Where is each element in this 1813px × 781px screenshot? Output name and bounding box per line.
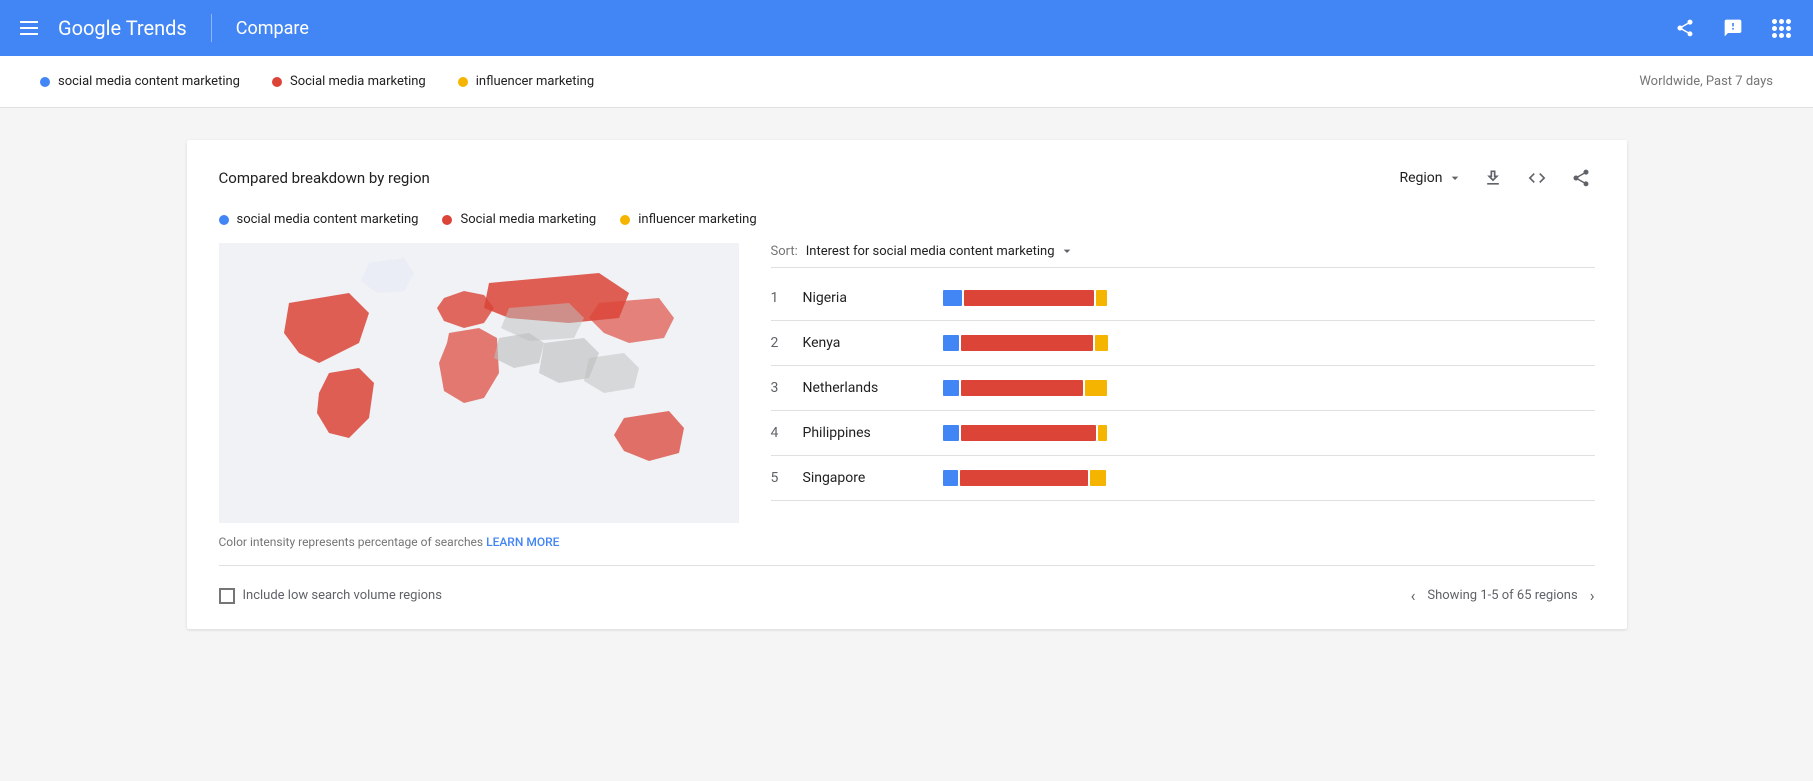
dot-yellow-1: [458, 77, 468, 87]
apps-icon[interactable]: [1765, 12, 1797, 44]
rankings-area: Sort: Interest for social media content …: [771, 243, 1595, 549]
bar-chart: [943, 380, 1595, 396]
next-page-button[interactable]: ›: [1590, 586, 1595, 605]
header-divider: [211, 14, 212, 42]
legend-label-3: influencer marketing: [638, 212, 756, 227]
card-footer: Include low search volume regions ‹ Show…: [219, 565, 1595, 605]
bar-yellow: [1096, 290, 1107, 306]
page-title: Compare: [236, 18, 309, 39]
trend-label-3: influencer marketing: [476, 74, 594, 89]
trend-item-2: Social media marketing: [272, 74, 426, 89]
bar-blue: [943, 470, 958, 486]
trend-label-1: social media content marketing: [58, 74, 240, 89]
bar-chart: [943, 470, 1595, 486]
trend-bar: social media content marketing Social me…: [0, 56, 1813, 108]
sort-dropdown[interactable]: Interest for social media content market…: [806, 243, 1075, 259]
legend-label-2: Social media marketing: [460, 212, 596, 227]
logo-area: Google Trends: [58, 16, 187, 40]
share-card-icon[interactable]: [1567, 164, 1595, 192]
pagination-text: Showing 1-5 of 65 regions: [1427, 588, 1577, 603]
table-row: 2 Kenya: [771, 321, 1595, 366]
card-title: Compared breakdown by region: [219, 169, 430, 187]
sort-bar: Sort: Interest for social media content …: [771, 243, 1595, 268]
download-icon[interactable]: [1479, 164, 1507, 192]
bar-red: [961, 380, 1083, 396]
pagination: ‹ Showing 1-5 of 65 regions ›: [1411, 586, 1595, 605]
trend-item-1: social media content marketing: [40, 74, 240, 89]
rank-number: 5: [771, 470, 803, 486]
content-area: Color intensity represents percentage of…: [219, 243, 1595, 549]
menu-button[interactable]: [16, 17, 42, 39]
card-header-actions: Region: [1399, 164, 1594, 192]
region-label: Region: [1399, 170, 1442, 186]
prev-page-button[interactable]: ‹: [1411, 586, 1416, 605]
country-name: Singapore: [803, 470, 943, 486]
card-header: Compared breakdown by region Region: [219, 164, 1595, 192]
bar-red: [961, 425, 1096, 441]
bar-blue: [943, 425, 959, 441]
rank-number: 2: [771, 335, 803, 351]
rank-number: 3: [771, 380, 803, 396]
country-name: Nigeria: [803, 290, 943, 306]
app-header: Google Trends Compare: [0, 0, 1813, 56]
embed-icon[interactable]: [1523, 164, 1551, 192]
dot-red-1: [272, 77, 282, 87]
legend-dot-blue: [219, 215, 229, 225]
table-row: 5 Singapore: [771, 456, 1595, 501]
legend-item-2: Social media marketing: [442, 212, 596, 227]
card-legend: social media content marketing Social me…: [219, 212, 1595, 227]
app-name: Google Trends: [58, 16, 187, 40]
rank-number: 4: [771, 425, 803, 441]
bar-red: [964, 290, 1094, 306]
bar-blue: [943, 335, 959, 351]
table-row: 4 Philippines: [771, 411, 1595, 456]
rank-number: 1: [771, 290, 803, 306]
table-row: 1 Nigeria: [771, 276, 1595, 321]
feedback-icon[interactable]: [1717, 12, 1749, 44]
legend-item-1: social media content marketing: [219, 212, 419, 227]
checkbox-area: Include low search volume regions: [219, 588, 442, 604]
bar-yellow: [1095, 335, 1108, 351]
legend-dot-yellow: [620, 215, 630, 225]
low-volume-checkbox[interactable]: [219, 588, 235, 604]
bar-blue: [943, 380, 959, 396]
region-time: Worldwide, Past 7 days: [1639, 74, 1773, 89]
main-card: Compared breakdown by region Region soci…: [187, 140, 1627, 629]
table-row: 3 Netherlands: [771, 366, 1595, 411]
legend-dot-red: [442, 215, 452, 225]
region-dropdown[interactable]: Region: [1399, 170, 1462, 186]
bar-yellow: [1090, 470, 1106, 486]
bar-yellow: [1098, 425, 1107, 441]
bar-yellow: [1085, 380, 1107, 396]
spacer: [0, 108, 1813, 140]
map-area: Color intensity represents percentage of…: [219, 243, 739, 549]
sort-value: Interest for social media content market…: [806, 244, 1055, 259]
trend-label-2: Social media marketing: [290, 74, 426, 89]
bar-chart: [943, 425, 1595, 441]
country-name: Philippines: [803, 425, 943, 441]
bar-red: [961, 335, 1093, 351]
map-note: Color intensity represents percentage of…: [219, 535, 739, 549]
map-note-text: Color intensity represents percentage of…: [219, 535, 484, 549]
country-name: Kenya: [803, 335, 943, 351]
bar-chart: [943, 290, 1595, 306]
legend-label-1: social media content marketing: [237, 212, 419, 227]
dot-blue-1: [40, 77, 50, 87]
sort-label: Sort:: [771, 244, 798, 259]
share-icon[interactable]: [1669, 12, 1701, 44]
bar-chart: [943, 335, 1595, 351]
rankings-list: 1 Nigeria 2 Kenya 3 Netherlands 4 Philip…: [771, 276, 1595, 501]
trend-item-3: influencer marketing: [458, 74, 594, 89]
bar-blue: [943, 290, 962, 306]
checkbox-label: Include low search volume regions: [243, 588, 442, 603]
world-map: [219, 243, 739, 523]
country-name: Netherlands: [803, 380, 943, 396]
header-actions: [1669, 12, 1797, 44]
bar-red: [960, 470, 1088, 486]
learn-more-link[interactable]: LEARN MORE: [486, 535, 559, 549]
legend-item-3: influencer marketing: [620, 212, 756, 227]
